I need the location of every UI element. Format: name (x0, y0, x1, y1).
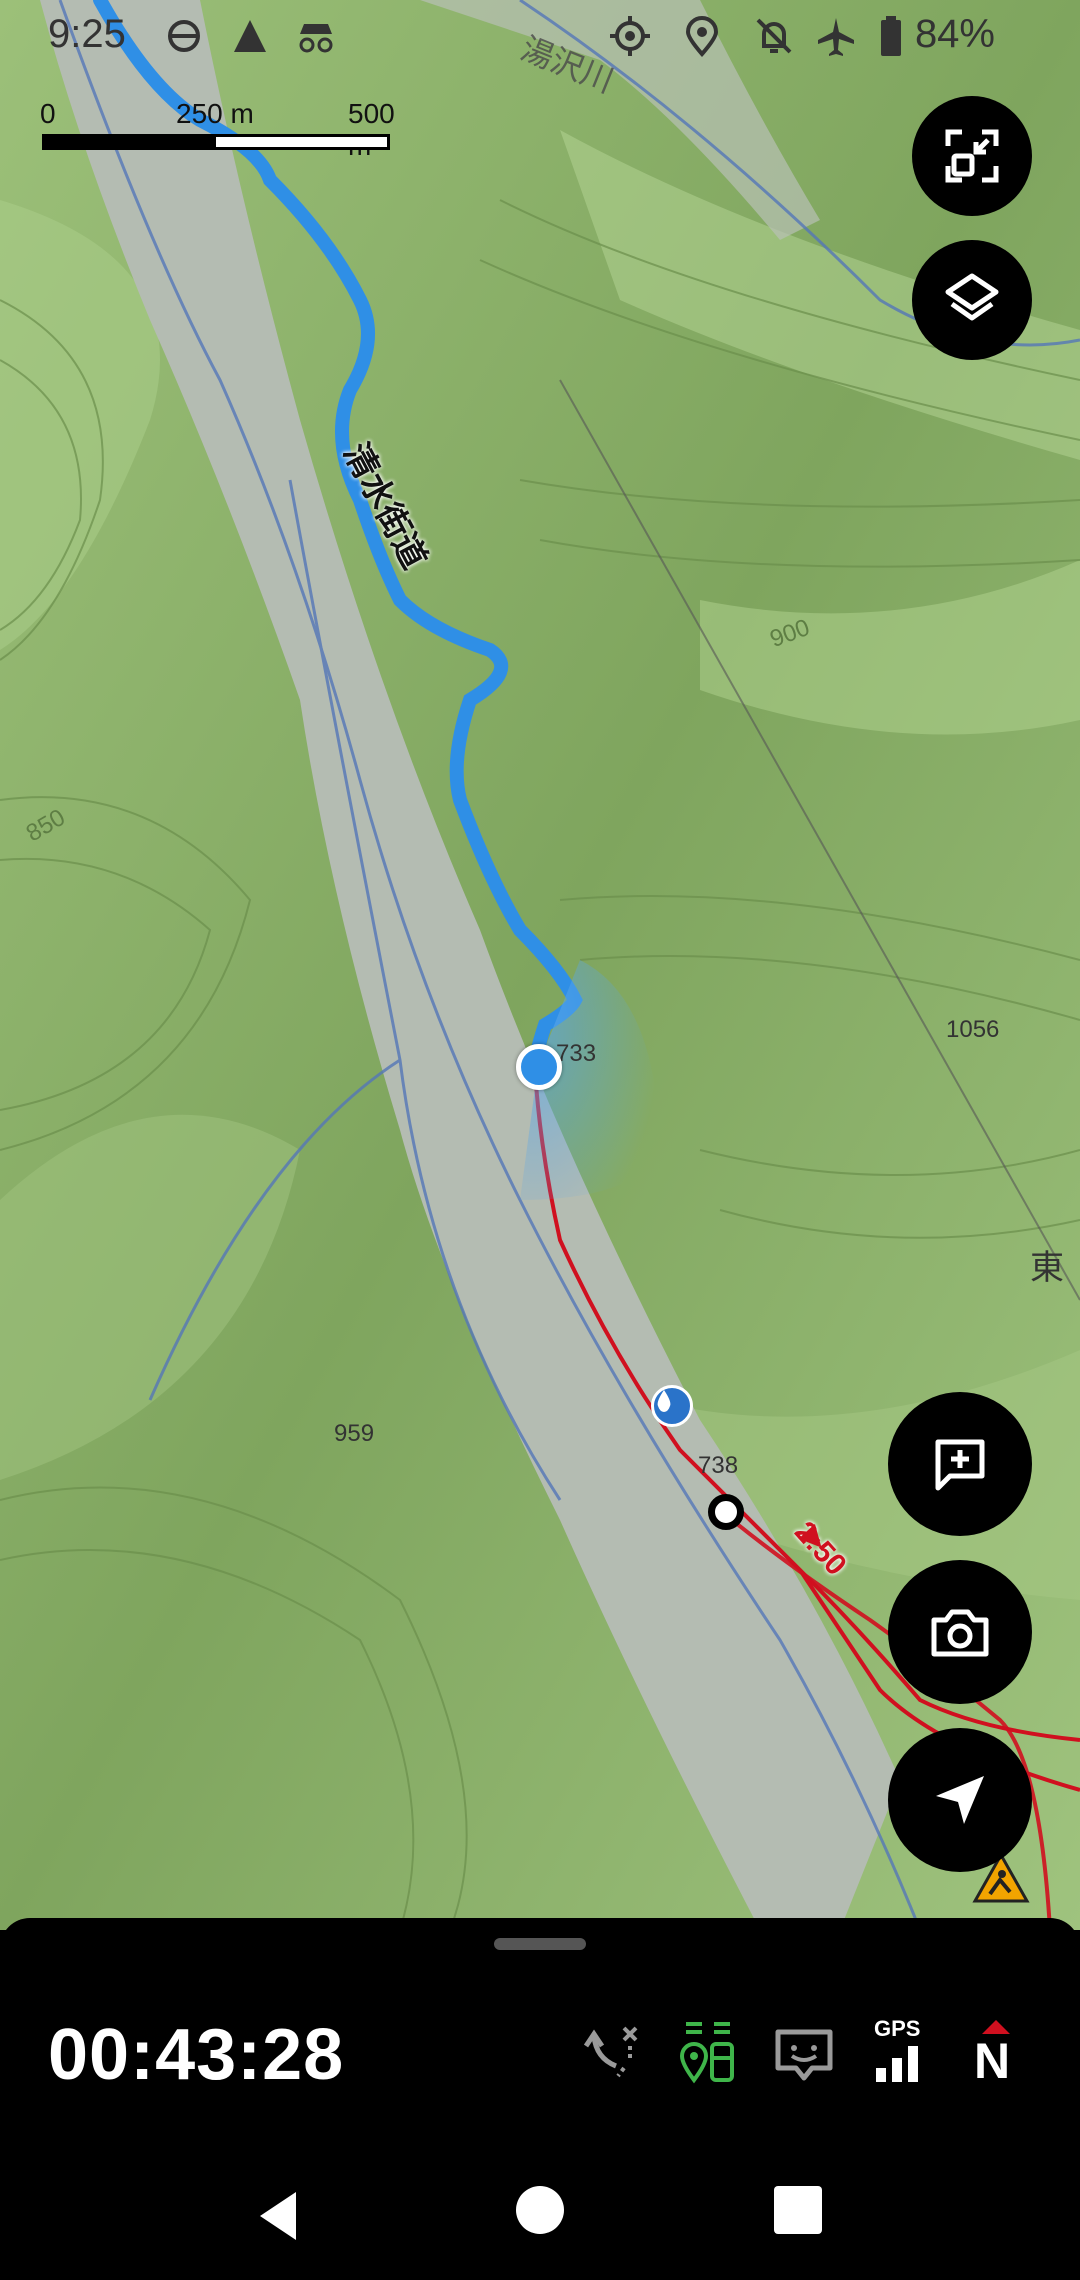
place-label: 東 (1030, 1248, 1064, 1288)
battery-icon (878, 14, 904, 58)
add-note-icon (935, 1439, 985, 1491)
airplane-icon (814, 14, 858, 58)
recording-timer: 00:43:28 (48, 2015, 345, 2095)
back-icon (260, 2192, 296, 2240)
current-location-marker (516, 1044, 562, 1090)
incognito-icon (294, 14, 338, 58)
camera-button[interactable] (888, 1560, 1032, 1704)
gps-label: GPS (874, 2016, 921, 2041)
elevation-label: 733 (556, 1040, 597, 1067)
fit-screen-icon (945, 129, 999, 183)
elevation-label: 959 (334, 1420, 375, 1447)
navigate-arrow-icon (936, 1776, 984, 1824)
sync-icon (162, 14, 206, 58)
water-point-icon[interactable] (651, 1385, 693, 1427)
location-pin-icon (680, 14, 724, 58)
elevation-label: 738 (698, 1452, 739, 1479)
navigate-button[interactable] (888, 1728, 1032, 1872)
compass-north-label: N (974, 2033, 1011, 2089)
waypoints-icon[interactable] (676, 2018, 740, 2088)
signal-icon (228, 14, 272, 58)
location-target-icon (608, 14, 652, 58)
scale-bar-graphic (42, 134, 390, 150)
fit-screen-button[interactable] (912, 96, 1032, 216)
route-off-icon[interactable] (580, 2018, 644, 2088)
waypoint-marker[interactable] (708, 1494, 744, 1530)
add-note-button[interactable] (888, 1392, 1032, 1536)
scale-label-0: 0 (40, 98, 56, 129)
message-icon[interactable] (772, 2018, 836, 2088)
compass-icon[interactable]: N (964, 2018, 1028, 2089)
gps-signal-icon: GPS (868, 2016, 932, 2088)
system-nav-bar (0, 2160, 1080, 2280)
drag-handle[interactable] (494, 1938, 586, 1950)
status-time: 9:25 (48, 12, 126, 56)
scale-label-end: 500 m (348, 98, 395, 161)
camera-icon (931, 1609, 989, 1657)
scale-label-mid: 250 m (176, 98, 254, 129)
notifications-off-icon (752, 14, 796, 58)
home-button[interactable] (516, 2186, 564, 2234)
back-button[interactable] (250, 2186, 310, 2246)
status-bar: 9:25 84% (0, 0, 1080, 72)
layers-icon (945, 273, 999, 321)
recents-button[interactable] (774, 2186, 822, 2234)
battery-percent: 84% (914, 12, 995, 56)
scale-bar: 0 250 m 500 m (40, 98, 400, 161)
elevation-label: 1056 (946, 1016, 1000, 1043)
layers-button[interactable] (912, 240, 1032, 360)
